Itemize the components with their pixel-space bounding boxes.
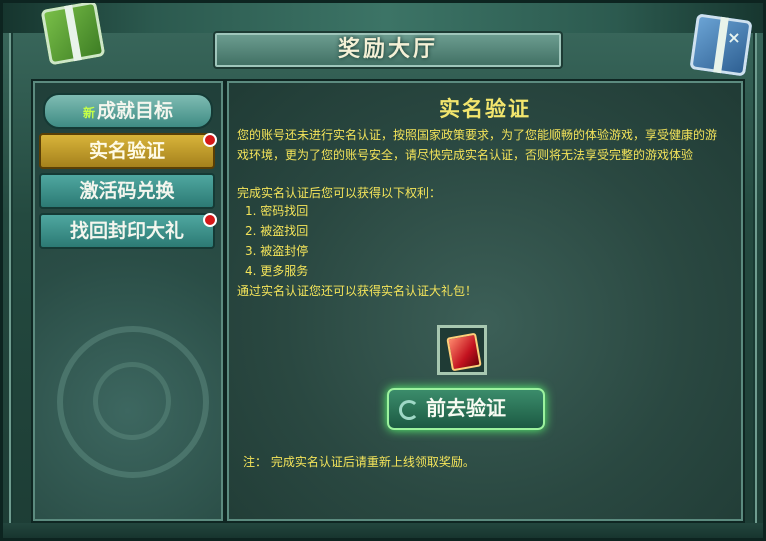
close-icon[interactable]: × [725, 29, 743, 47]
go-verify-label: 前去验证 [426, 396, 506, 420]
gift-box-icon [40, 3, 106, 66]
swirl-icon [399, 400, 419, 420]
reward-hall-window: × 奖励大厅 新成就目标 实名验证 激活码兑换 找回封印大礼 实名验证 您的账号… [0, 0, 766, 541]
sidebar-item-label: 找回封印大礼 [69, 220, 184, 242]
sidebar-item-label: 实名验证 [88, 140, 165, 162]
reward-item-slot[interactable] [437, 325, 487, 375]
bottom-decoration [3, 523, 763, 538]
go-verify-button[interactable]: 前去验证 [387, 388, 545, 430]
notification-dot [203, 213, 217, 227]
gift-pack-text: 通过实名认证您还可以获得实名认证大礼包！ [237, 284, 478, 298]
sidebar-item-real-name-verification[interactable]: 实名验证 [39, 133, 217, 169]
window-title: 奖励大厅 [337, 37, 438, 62]
sidebar-item-recover-sealed-gift[interactable]: 找回封印大礼 [39, 213, 217, 249]
benefit-item: 2. 被盗找回 [245, 224, 309, 238]
ornament-decoration [57, 326, 209, 478]
benefits-header: 完成实名认证后您可以获得以下权利： [237, 186, 442, 200]
notification-dot [203, 133, 217, 147]
sidebar-item-achievements[interactable]: 新成就目标 [43, 93, 213, 129]
content-panel: 实名验证 您的账号还未进行实名认证，按照国家政策要求，为了您能顺畅的体验游戏，享… [225, 79, 745, 523]
benefit-item: 3. 被盗封停 [245, 244, 309, 258]
benefit-item: 4. 更多服务 [245, 264, 309, 278]
sidebar-item-redeem-code[interactable]: 激活码兑换 [39, 173, 215, 209]
top-decoration [3, 3, 763, 33]
sidebar-item-label: 激活码兑换 [79, 180, 175, 202]
page-title: 实名验证 [439, 97, 531, 121]
benefit-item: 1. 密码找回 [245, 204, 309, 218]
gift-box-icon [689, 13, 753, 77]
new-badge: 新 [82, 106, 95, 120]
gift-pack-icon [446, 332, 482, 372]
sidebar: 新成就目标 实名验证 激活码兑换 找回封印大礼 [31, 79, 225, 523]
window-title-bar: 奖励大厅 [213, 31, 563, 69]
sidebar-item-label: 成就目标 [97, 100, 174, 122]
note-text: 注： 完成实名认证后请重新上线领取奖励。 [243, 455, 475, 469]
intro-text: 您的账号还未进行实名认证，按照国家政策要求，为了您能顺畅的体验游戏，享受健康的游… [237, 128, 718, 162]
